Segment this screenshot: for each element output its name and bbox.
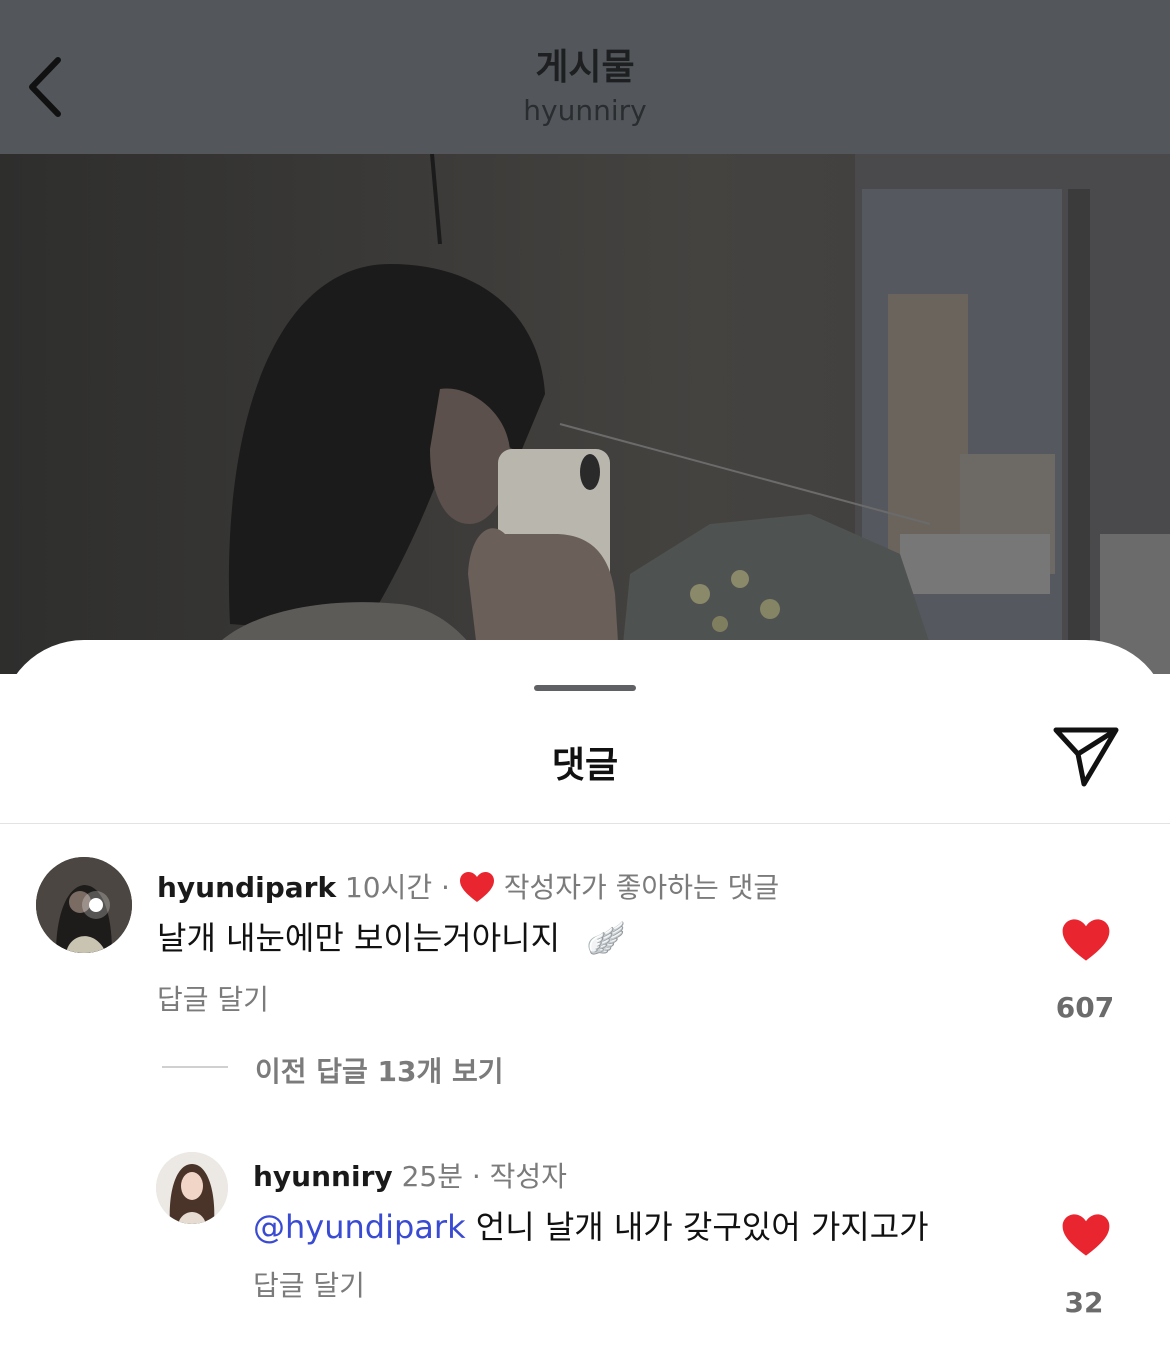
page-subtitle-username: hyunniry <box>523 94 647 127</box>
like-count: 32 <box>1064 1286 1104 1319</box>
heart-icon <box>459 872 494 902</box>
replies-divider <box>162 1066 228 1068</box>
page-title: 게시물 <box>535 47 635 88</box>
paper-plane-icon[interactable] <box>1050 724 1122 790</box>
comment-time: 10시간 · <box>344 871 450 904</box>
post-header: 게시물 hyunniry <box>0 0 1170 154</box>
comment-text: @hyundipark 언니 날개 내가 갖구있어 가지고가 <box>253 1202 929 1248</box>
comment-username[interactable]: hyunniry <box>253 1160 393 1193</box>
comment-body: 언니 날개 내가 갖구있어 가지고가 <box>465 1208 929 1246</box>
like-count: 607 <box>1055 991 1115 1024</box>
avatar[interactable] <box>36 857 132 953</box>
view-replies-button[interactable]: 이전 답글 13개 보기 <box>255 1050 504 1090</box>
wing-emoji: 🪽 <box>586 919 627 957</box>
author-liked-badge: 작성자가 좋아하는 댓글 <box>503 871 780 904</box>
comment-time: 25분 · 작성자 <box>401 1160 567 1193</box>
heart-icon[interactable] <box>1061 1213 1111 1257</box>
comment-header: hyundipark 10시간 · 작성자가 좋아하는 댓글 <box>157 866 779 906</box>
sheet-grabber[interactable] <box>534 685 636 691</box>
reply-button[interactable]: 답글 달기 <box>157 978 269 1018</box>
comment-header: hyunniry 25분 · 작성자 <box>253 1155 567 1195</box>
comment-username[interactable]: hyundipark <box>157 871 336 904</box>
sheet-title: 댓글 <box>551 745 619 786</box>
comment-body: 날개 내눈에만 보이는거아니지 <box>157 919 561 957</box>
post-photo <box>0 154 1170 674</box>
comments-sheet: 댓글 hyundipark 10시간 · 작성자가 좋아하는 댓글 날개 내눈에… <box>0 640 1170 1350</box>
sheet-divider <box>0 823 1170 824</box>
avatar[interactable] <box>156 1152 228 1224</box>
comment-text: 날개 내눈에만 보이는거아니지 🪽 <box>157 913 626 959</box>
heart-icon[interactable] <box>1061 918 1111 962</box>
reply-button[interactable]: 답글 달기 <box>253 1264 365 1304</box>
mention-link[interactable]: @hyundipark <box>253 1208 466 1246</box>
